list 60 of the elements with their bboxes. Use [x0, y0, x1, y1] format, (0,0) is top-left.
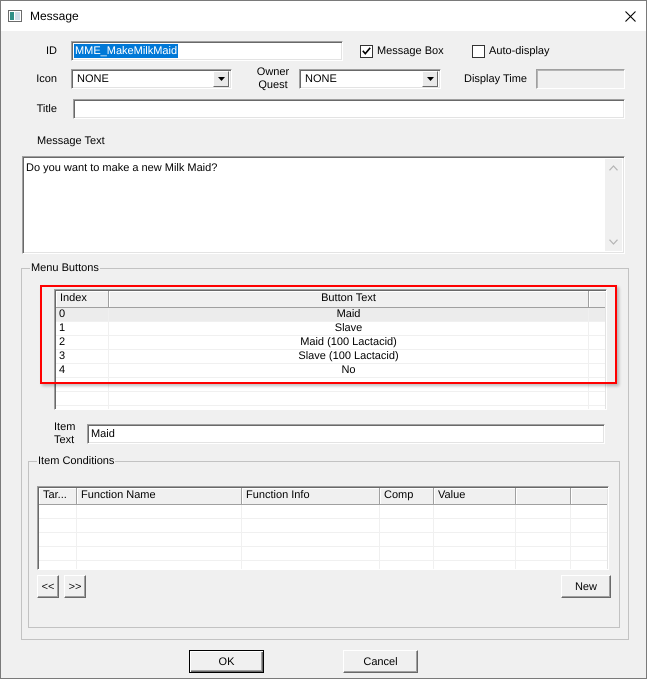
caret-icon [426, 77, 434, 81]
checkbox-label[interactable]: Auto-display [489, 45, 550, 57]
new-button[interactable]: New [561, 575, 611, 598]
conditions-table[interactable]: Tar... Function Name Function Info Comp Value [37, 486, 609, 570]
chevron-down-icon [609, 239, 618, 245]
column-header[interactable]: Value [434, 488, 516, 504]
column-header[interactable]: Tar... [39, 488, 77, 504]
message-text-field[interactable]: Do you want to make a new Milk Maid? [22, 156, 625, 254]
table-cell: No [109, 364, 589, 377]
column-header[interactable]: Button Text [109, 291, 589, 307]
dropdown-button[interactable] [422, 71, 438, 87]
list-row[interactable]: 2 Maid (100 Lactacid) [56, 336, 605, 350]
table-cell: Maid (100 Lactacid) [109, 336, 589, 349]
caret-icon [218, 77, 224, 81]
table-cell: 4 [56, 364, 109, 377]
table-cell: 1 [56, 322, 109, 335]
table-cell: Maid [109, 308, 589, 321]
id-field[interactable]: MME_MakeMilkMaid [71, 41, 343, 61]
column-header[interactable]: Function Name [77, 488, 242, 504]
table-cell: 2 [56, 336, 109, 349]
list-row[interactable]: 3 Slave (100 Lactacid) [56, 350, 605, 364]
checkbox[interactable] [472, 44, 485, 58]
column-header[interactable]: Function Info [242, 488, 380, 504]
column-header[interactable]: Comp [380, 488, 434, 504]
list-row[interactable]: 0 Maid [56, 308, 605, 322]
field-label: Display Time [463, 73, 527, 85]
owner-quest-dropdown[interactable]: NONE [299, 69, 441, 89]
field-label: Title [36, 103, 57, 115]
dropdown-button[interactable] [213, 71, 229, 87]
icon-dropdown[interactable]: NONE [71, 69, 232, 89]
field-label: Message Text [37, 135, 105, 147]
chevron-up-icon [609, 165, 618, 171]
message-text: Do you want to make a new Milk Maid? [26, 162, 218, 174]
field-label: Item Text [54, 421, 76, 447]
field-label: Icon [35, 73, 57, 85]
column-header[interactable]: Index [56, 291, 109, 307]
check-icon [362, 47, 371, 55]
list-row[interactable]: 1 Slave [56, 322, 605, 336]
table-cell: Slave (100 Lactacid) [109, 350, 589, 363]
table-cell: 3 [56, 350, 109, 363]
app-icon [8, 10, 22, 22]
next-button[interactable]: >> [64, 575, 86, 598]
checkbox-label[interactable]: Message Box [377, 45, 444, 57]
dialog-button[interactable]: Cancel [343, 650, 418, 673]
scrollbar[interactable] [605, 159, 622, 251]
field-label: Owner Quest [256, 66, 290, 92]
field-label: ID [45, 45, 57, 57]
previous-button[interactable]: << [37, 575, 59, 598]
item-text-field[interactable]: Maid [87, 424, 605, 444]
checkbox[interactable] [360, 44, 373, 58]
table-cell: Slave [109, 322, 589, 335]
close-icon [624, 10, 636, 22]
button-list[interactable]: Index Button Text 0 Maid 1 Slave 2 Maid (100 Lactacid) 3 Slave (100 Lactacid) 4 No [54, 289, 607, 410]
title-field[interactable] [73, 99, 625, 119]
dialog-button[interactable]: OK [189, 650, 264, 673]
list-row[interactable]: 4 No [56, 364, 605, 378]
id-value: MME_MakeMilkMaid [74, 44, 178, 58]
window-title: Message [30, 9, 79, 23]
table-cell: 0 [56, 308, 109, 321]
close-button[interactable] [622, 8, 638, 24]
